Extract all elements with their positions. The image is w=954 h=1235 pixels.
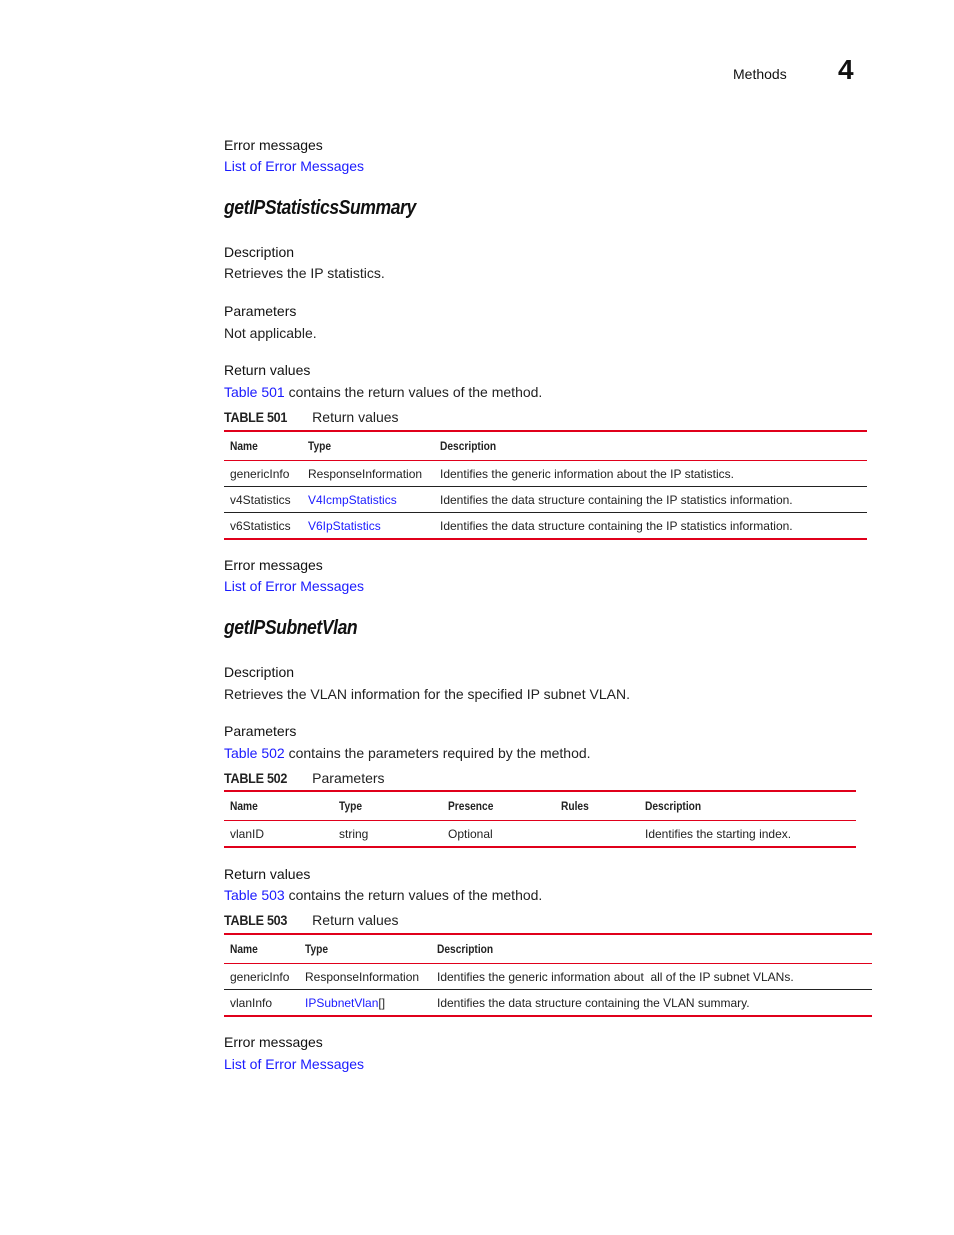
table-label: TABLE 502 bbox=[224, 770, 288, 786]
parameters-heading: Parameters bbox=[224, 303, 297, 319]
column-header: Description bbox=[440, 439, 497, 453]
table-caption: TABLE 502 Parameters bbox=[224, 770, 385, 786]
cell-name: genericInfo bbox=[230, 466, 290, 481]
return-values-table: Name Type Description genericInfo Respon… bbox=[224, 430, 867, 540]
table-ref-link[interactable]: Table 502 bbox=[224, 745, 285, 761]
table-ref-text: contains the return values of the method… bbox=[284, 887, 543, 903]
return-values-ref: Table 503 contains the return values of … bbox=[224, 887, 542, 903]
cell-description: Identifies the starting index. bbox=[645, 826, 792, 841]
method-title: getIPSubnetVlan bbox=[224, 617, 358, 639]
error-messages-heading: Error messages bbox=[224, 557, 323, 573]
cell-type-link[interactable]: IPSubnetVlan bbox=[305, 996, 378, 1010]
cell-description: Identifies the data structure containing… bbox=[440, 492, 793, 507]
cell-type-link[interactable]: V6IpStatistics bbox=[302, 513, 434, 540]
error-messages-link[interactable]: List of Error Messages bbox=[224, 1056, 364, 1072]
cell-name: genericInfo bbox=[230, 969, 290, 984]
table-row: genericInfo ResponseInformation Identifi… bbox=[224, 963, 872, 990]
table-label: TABLE 503 bbox=[224, 912, 288, 928]
table-caption: TABLE 501 Return values bbox=[224, 409, 399, 425]
cell-type: ResponseInformation bbox=[308, 466, 423, 481]
column-header: Type bbox=[305, 942, 329, 956]
table-row: v4Statistics V4IcmpStatistics Identifies… bbox=[224, 487, 867, 513]
return-values-ref: Table 501 contains the return values of … bbox=[224, 384, 542, 400]
table-caption: TABLE 503 Return values bbox=[224, 912, 399, 928]
error-messages-heading: Error messages bbox=[224, 1034, 323, 1050]
return-values-heading: Return values bbox=[224, 362, 311, 378]
column-header: Name bbox=[230, 799, 258, 813]
parameters-text: Not applicable. bbox=[224, 325, 317, 341]
error-messages-link[interactable]: List of Error Messages bbox=[224, 578, 364, 594]
table-ref-link[interactable]: Table 501 bbox=[224, 384, 285, 400]
cell-description: Identifies the data structure containing… bbox=[437, 995, 750, 1010]
table-caption-text: Parameters bbox=[312, 770, 385, 786]
parameters-ref: Table 502 contains the parameters requir… bbox=[224, 745, 591, 761]
error-messages-heading: Error messages bbox=[224, 137, 323, 153]
cell-name: v4Statistics bbox=[230, 492, 291, 507]
column-header: Type bbox=[308, 439, 332, 453]
cell-type: string bbox=[339, 826, 369, 841]
cell-name: v6Statistics bbox=[230, 518, 291, 533]
table-header-row: Name Type Description bbox=[224, 934, 872, 964]
cell-name: vlanID bbox=[230, 826, 265, 841]
column-header: Presence bbox=[448, 799, 494, 813]
column-header: Type bbox=[339, 799, 363, 813]
table-caption-text: Return values bbox=[312, 409, 399, 425]
column-header: Description bbox=[437, 942, 494, 956]
error-messages-link[interactable]: List of Error Messages bbox=[224, 158, 364, 174]
method-title: getIPStatisticsSummary bbox=[224, 197, 416, 219]
return-values-heading: Return values bbox=[224, 866, 311, 882]
cell-description: Identifies the generic information about… bbox=[440, 466, 734, 481]
column-header: Name bbox=[230, 439, 258, 453]
cell-type: IPSubnetVlan[] bbox=[299, 990, 431, 1017]
table-row: v6Statistics V6IpStatistics Identifies t… bbox=[224, 513, 867, 540]
column-header: Rules bbox=[561, 799, 589, 813]
description-text: Retrieves the VLAN information for the s… bbox=[224, 686, 630, 702]
table-row: vlanInfo IPSubnetVlan[] Identifies the d… bbox=[224, 990, 872, 1017]
chapter-number: 4 bbox=[838, 54, 854, 85]
parameters-table: Name Type Presence Rules Description vla… bbox=[224, 790, 856, 848]
array-suffix: [] bbox=[378, 995, 386, 1010]
table-ref-text: contains the return values of the method… bbox=[284, 384, 543, 400]
cell-description: Identifies the data structure containing… bbox=[440, 518, 793, 533]
return-values-table: Name Type Description genericInfo Respon… bbox=[224, 933, 872, 1017]
table-row: vlanID string Optional Identifies the st… bbox=[224, 820, 856, 848]
description-text: Retrieves the IP statistics. bbox=[224, 265, 385, 281]
cell-type-link[interactable]: V4IcmpStatistics bbox=[302, 487, 434, 513]
table-row: genericInfo ResponseInformation Identifi… bbox=[224, 460, 867, 487]
cell-name: vlanInfo bbox=[230, 995, 273, 1010]
column-header: Name bbox=[230, 942, 258, 956]
table-caption-text: Return values bbox=[312, 912, 399, 928]
parameters-heading: Parameters bbox=[224, 723, 297, 739]
description-heading: Description bbox=[224, 664, 295, 680]
table-ref-text: contains the parameters required by the … bbox=[284, 745, 591, 761]
cell-description: Identifies the generic information about… bbox=[437, 969, 794, 984]
column-header: Description bbox=[645, 799, 702, 813]
table-ref-link[interactable]: Table 503 bbox=[224, 887, 285, 903]
cell-rules bbox=[555, 821, 639, 848]
cell-presence: Optional bbox=[448, 826, 493, 841]
cell-type: ResponseInformation bbox=[305, 969, 420, 984]
table-header-row: Name Type Presence Rules Description bbox=[224, 791, 856, 821]
description-heading: Description bbox=[224, 244, 295, 260]
table-label: TABLE 501 bbox=[224, 409, 288, 425]
table-header-row: Name Type Description bbox=[224, 431, 867, 461]
running-header-section: Methods bbox=[733, 66, 787, 82]
